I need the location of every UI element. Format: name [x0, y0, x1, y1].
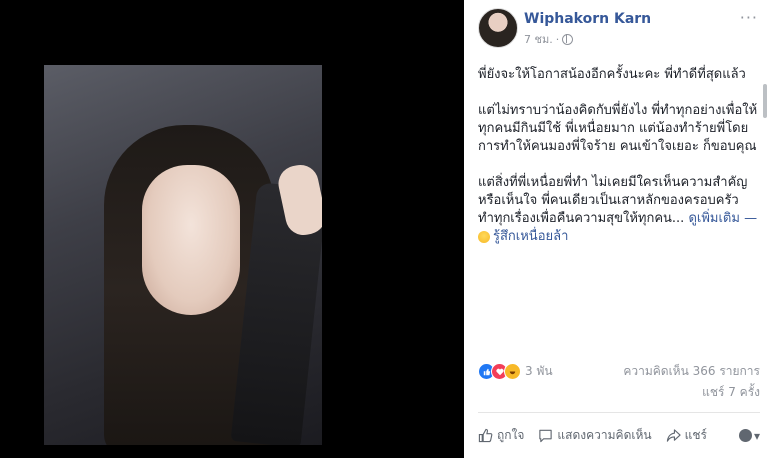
more-options-button[interactable]: ···: [740, 8, 758, 27]
post-header: Wiphakorn Karn 7 ชม. · ···: [478, 6, 758, 50]
post-paragraph-1: พี่ยังจะให้โอกาสน้องอีกครั้งนะคะ พี่ทำดี…: [478, 67, 746, 82]
tired-emoji-icon: [478, 231, 490, 243]
share-button[interactable]: แชร์: [666, 426, 707, 445]
thumbs-up-icon: [478, 428, 493, 443]
share-icon: [666, 429, 681, 442]
comment-button[interactable]: แสดงความคิดเห็น: [538, 426, 652, 445]
like-label: ถูกใจ: [497, 428, 525, 442]
actions-divider: [478, 412, 760, 413]
share-count[interactable]: แชร์ 7 ครั้ง: [702, 383, 760, 402]
audience-selector[interactable]: ▾: [738, 428, 760, 443]
post-paragraph-3-wrap: แต่สิ่งที่พี่เหนื่อยพี่ทำ ไม่เคยมีใครเห็…: [478, 174, 758, 228]
meta-separator: ·: [555, 32, 560, 46]
feeling-row: รู้สึกเหนื่อยล้า: [478, 228, 758, 246]
post-photo[interactable]: [44, 65, 322, 445]
photo-viewer: [0, 0, 464, 458]
feeling-label[interactable]: รู้สึกเหนื่อยล้า: [493, 228, 568, 246]
post-panel: Wiphakorn Karn 7 ชม. · ··· พี่ยังจะให้โอ…: [464, 0, 770, 458]
audience-avatar-icon: [738, 429, 752, 442]
comment-label: แสดงความคิดเห็น: [557, 428, 652, 442]
globe-icon: [562, 33, 574, 45]
post-time[interactable]: 7 ชม.: [524, 30, 553, 48]
post-actions: ถูกใจ แสดงความคิดเห็น แชร์ ▾: [478, 426, 760, 445]
author-avatar[interactable]: [478, 8, 518, 48]
comment-icon: [539, 429, 553, 443]
haha-reaction-icon: [504, 363, 521, 380]
scrollbar[interactable]: [763, 84, 767, 118]
like-button[interactable]: ถูกใจ: [478, 426, 524, 445]
author-name[interactable]: Wiphakorn Karn: [524, 11, 651, 27]
post-meta: 7 ชม. ·: [524, 30, 574, 48]
post-paragraph-2: แต่ไม่ทราบว่าน้องคิดกับพี่ยังไง พี่ทำทุก…: [478, 103, 758, 154]
reactions-summary[interactable]: 3 พัน: [478, 362, 553, 381]
photo-face: [142, 165, 240, 315]
post-stats: 3 พัน ความคิดเห็น 366 รายการ แชร์ 7 ครั้…: [478, 362, 760, 402]
reaction-count[interactable]: 3 พัน: [525, 362, 553, 381]
see-more-link[interactable]: ดูเพิ่มเติม: [688, 211, 739, 226]
audience-caret: ▾: [753, 428, 760, 443]
comment-count[interactable]: ความคิดเห็น 366 รายการ: [623, 362, 760, 381]
see-more-suffix: —: [739, 211, 758, 226]
post-body: พี่ยังจะให้โอกาสน้องอีกครั้งนะคะ พี่ทำดี…: [478, 66, 758, 246]
share-label: แชร์: [684, 428, 707, 442]
